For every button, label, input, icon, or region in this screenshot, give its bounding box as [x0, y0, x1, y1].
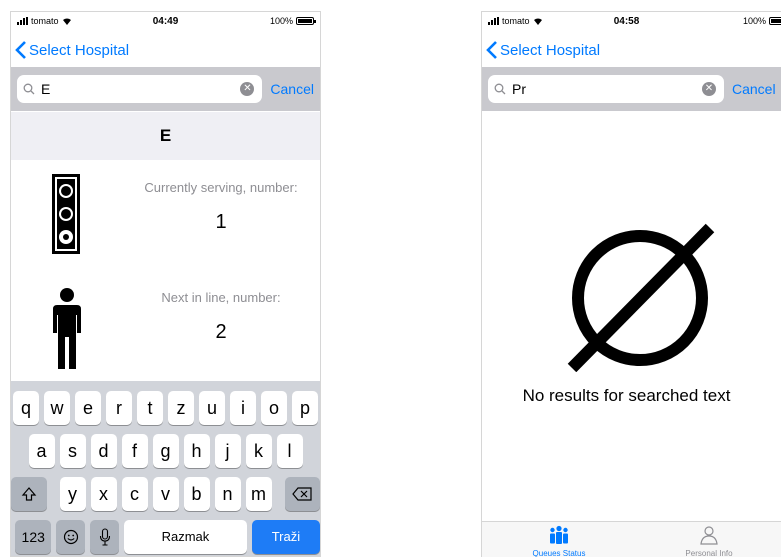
- tab-label: Personal Info: [685, 549, 733, 557]
- search-input[interactable]: E ✕: [17, 75, 263, 103]
- cancel-button[interactable]: Cancel: [732, 81, 776, 97]
- backspace-icon: [292, 487, 312, 501]
- search-bar: E ✕ Cancel: [11, 67, 320, 111]
- current-serving-number: 1: [215, 211, 227, 233]
- back-label: Select Hospital: [29, 41, 130, 59]
- person-icon: [700, 526, 718, 545]
- battery-icon: [296, 17, 316, 25]
- shift-key[interactable]: [11, 477, 47, 511]
- key-k[interactable]: k: [245, 434, 272, 468]
- right-phone-screen: tomato 04:58 100% Select Hospital Pr ✕ C…: [481, 11, 781, 557]
- search-icon: [494, 83, 506, 95]
- keyboard-row-4: 123 Razmak Traži: [11, 520, 320, 554]
- microphone-icon: [99, 528, 110, 546]
- status-bar: tomato 04:58 100%: [482, 12, 781, 32]
- nav-bar: Select Hospital: [482, 34, 781, 66]
- chevron-left-icon: [15, 41, 26, 59]
- left-phone-screen: tomato 04:49 100% Select Hospital E ✕ Ca…: [10, 11, 321, 557]
- battery: 100%: [743, 16, 781, 26]
- key-e[interactable]: e: [75, 391, 101, 425]
- key-n[interactable]: n: [214, 477, 241, 511]
- key-t[interactable]: t: [137, 391, 163, 425]
- current-serving-label: Currently serving, number:: [144, 180, 298, 195]
- tab-bar: Queues Status Personal Info: [482, 521, 781, 557]
- next-in-line-number: 2: [215, 321, 227, 343]
- key-s[interactable]: s: [59, 434, 86, 468]
- key-f[interactable]: f: [121, 434, 148, 468]
- tab-personal-info[interactable]: Personal Info: [654, 525, 764, 557]
- chevron-left-icon: [486, 41, 497, 59]
- key-b[interactable]: b: [183, 477, 210, 511]
- keyboard-letter-group: yxcvbnm: [59, 477, 272, 511]
- key-y[interactable]: y: [59, 477, 86, 511]
- back-button[interactable]: Select Hospital: [482, 41, 600, 59]
- dictation-key[interactable]: [90, 520, 120, 554]
- key-a[interactable]: a: [28, 434, 55, 468]
- status-bar: tomato 04:49 100%: [11, 12, 320, 32]
- keyboard-row-1: qwertzuiop: [11, 391, 320, 425]
- tab-queues-status[interactable]: Queues Status: [504, 525, 614, 557]
- key-x[interactable]: x: [90, 477, 117, 511]
- empty-message: No results for searched text: [522, 386, 731, 405]
- back-button[interactable]: Select Hospital: [11, 41, 129, 59]
- search-bar: Pr ✕ Cancel: [482, 67, 781, 111]
- search-input[interactable]: Pr ✕: [488, 75, 724, 103]
- key-c[interactable]: c: [121, 477, 148, 511]
- people-icon: [550, 525, 568, 544]
- search-value: E: [41, 81, 51, 97]
- battery-percent: 100%: [742, 16, 766, 26]
- key-q[interactable]: q: [13, 391, 39, 425]
- key-w[interactable]: w: [44, 391, 70, 425]
- space-key[interactable]: Razmak: [124, 520, 247, 554]
- backspace-key[interactable]: [284, 477, 320, 511]
- key-p[interactable]: p: [292, 391, 318, 425]
- clock: 04:58: [613, 16, 640, 27]
- shift-icon: [21, 487, 37, 501]
- emoji-icon: [63, 529, 78, 545]
- cancel-button[interactable]: Cancel: [270, 81, 314, 97]
- key-g[interactable]: g: [152, 434, 179, 468]
- battery-icon: [769, 17, 781, 25]
- search-return-key[interactable]: Traži: [251, 520, 320, 554]
- key-d[interactable]: d: [90, 434, 117, 468]
- search-value: Pr: [512, 81, 526, 97]
- numbers-key[interactable]: 123: [15, 520, 52, 554]
- key-v[interactable]: v: [152, 477, 179, 511]
- clear-icon[interactable]: ✕: [702, 82, 716, 96]
- nav-bar: Select Hospital: [11, 34, 320, 66]
- key-z[interactable]: z: [168, 391, 194, 425]
- battery: 100%: [269, 16, 316, 26]
- search-icon: [23, 83, 35, 95]
- next-in-line: Next in line, number: 2: [131, 290, 311, 344]
- current-serving: Currently serving, number: 1: [131, 180, 311, 234]
- clear-icon[interactable]: ✕: [240, 82, 255, 96]
- back-label: Select Hospital: [500, 41, 601, 59]
- keyboard-row-3: yxcvbnm: [11, 477, 320, 511]
- person-icon: [53, 288, 81, 369]
- key-m[interactable]: m: [245, 477, 272, 511]
- keyboard-row-2: asdfghjkl: [11, 434, 320, 468]
- key-u[interactable]: u: [199, 391, 225, 425]
- key-o[interactable]: o: [261, 391, 287, 425]
- tab-label: Queues Status: [532, 549, 586, 557]
- empty-set-icon: [567, 223, 715, 372]
- key-i[interactable]: i: [230, 391, 256, 425]
- battery-percent: 100%: [269, 16, 293, 26]
- emoji-key[interactable]: [56, 520, 86, 554]
- section-title: E: [11, 112, 320, 160]
- key-l[interactable]: l: [276, 434, 303, 468]
- traffic-light-icon: [52, 174, 80, 254]
- key-h[interactable]: h: [183, 434, 210, 468]
- key-j[interactable]: j: [214, 434, 241, 468]
- next-in-line-label: Next in line, number:: [161, 290, 281, 305]
- key-r[interactable]: r: [106, 391, 132, 425]
- keyboard: qwertzuiop asdfghjkl yxcvbnm 123 Razmak …: [11, 381, 320, 556]
